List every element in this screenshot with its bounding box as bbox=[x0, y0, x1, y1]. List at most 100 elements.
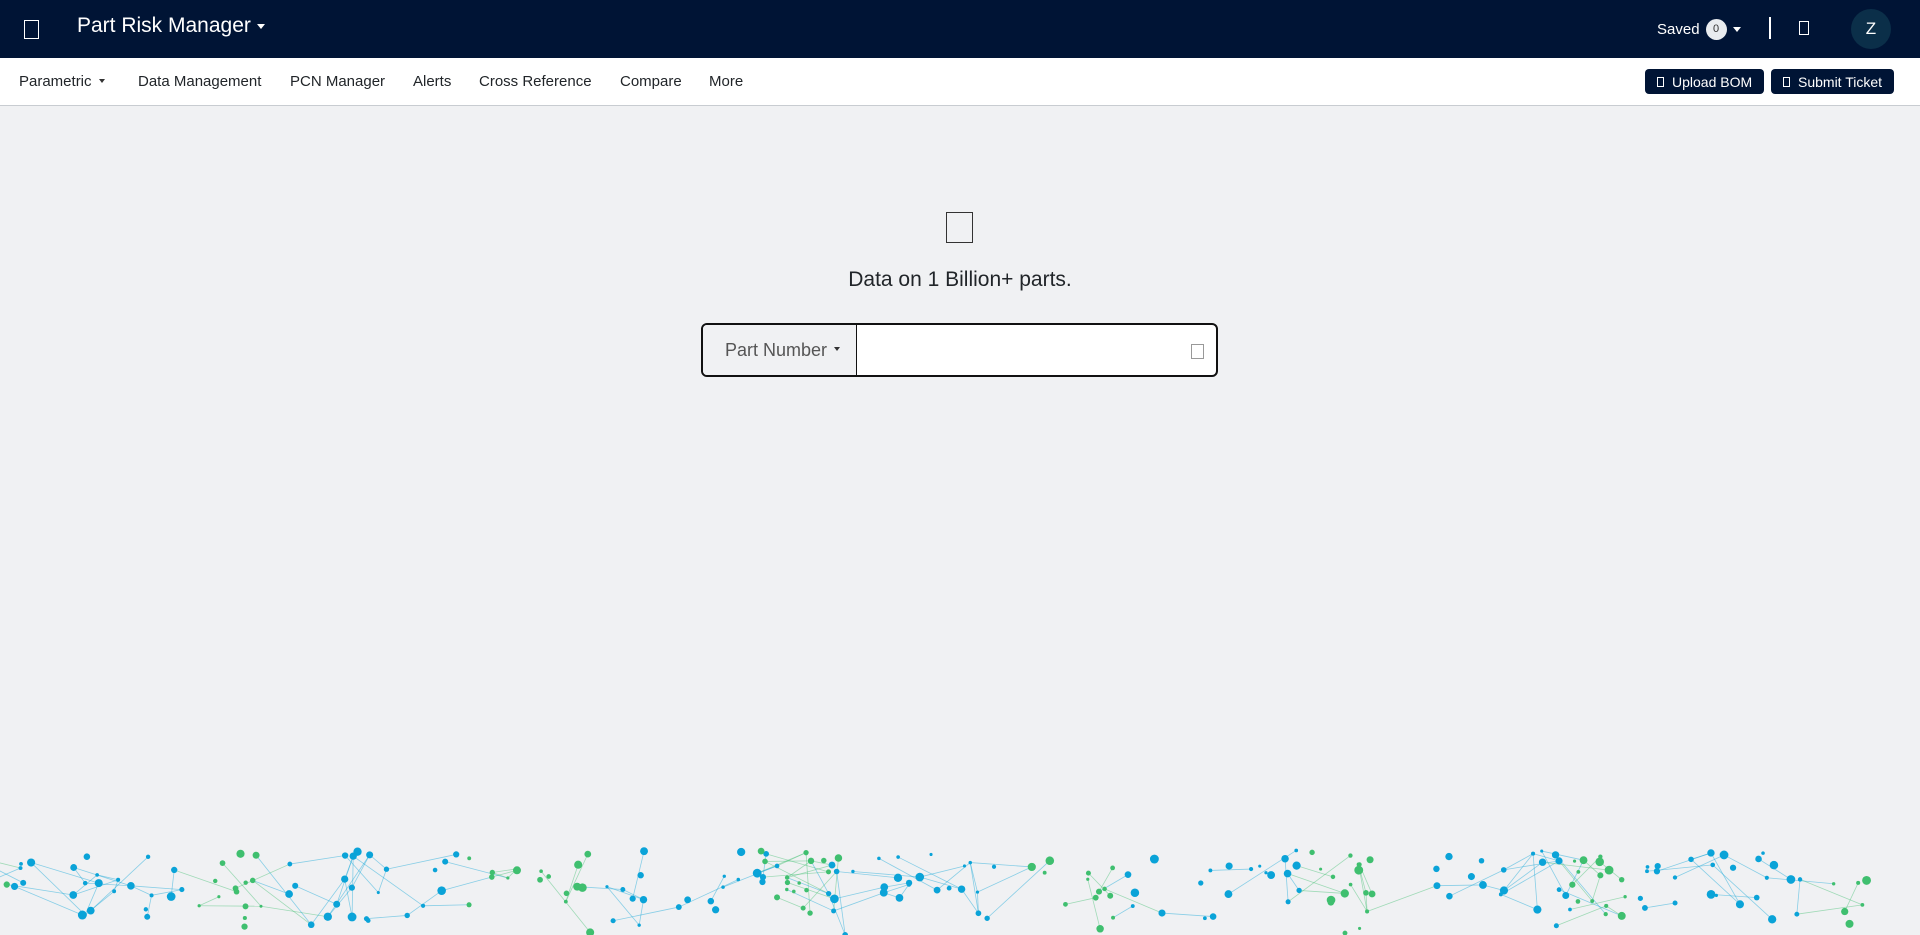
network-link bbox=[377, 869, 387, 893]
nav-compare[interactable]: Compare bbox=[620, 73, 682, 90]
upload-bom-button[interactable]: Upload BOM bbox=[1645, 69, 1765, 94]
search-type-dropdown[interactable]: Part Number bbox=[703, 325, 857, 375]
network-node bbox=[366, 851, 374, 859]
part-search-box: Part Number bbox=[701, 323, 1218, 377]
network-node bbox=[962, 864, 967, 868]
network-node bbox=[804, 887, 809, 893]
nav-more[interactable]: More bbox=[709, 73, 743, 90]
network-node bbox=[1198, 880, 1204, 886]
network-node bbox=[1158, 909, 1166, 917]
network-node bbox=[1533, 905, 1542, 914]
network-node bbox=[639, 895, 648, 904]
network-node bbox=[1572, 859, 1577, 863]
network-node bbox=[242, 915, 247, 921]
network-node bbox=[895, 894, 904, 902]
network-link bbox=[638, 899, 644, 926]
network-node bbox=[722, 874, 726, 878]
network-node bbox=[610, 918, 616, 924]
network-link bbox=[252, 880, 312, 926]
network-link bbox=[1065, 897, 1096, 905]
network-node bbox=[1027, 862, 1036, 872]
network-node bbox=[1365, 909, 1370, 914]
network-node bbox=[1149, 854, 1159, 864]
network-node bbox=[1368, 890, 1376, 898]
network-link bbox=[295, 885, 337, 905]
network-node bbox=[1085, 870, 1091, 876]
network-node bbox=[1224, 890, 1233, 899]
network-node bbox=[1208, 868, 1213, 873]
network-node bbox=[1538, 858, 1547, 866]
network-node bbox=[1363, 890, 1369, 896]
network-node bbox=[376, 890, 380, 895]
main-nav: Parametric Data Management PCN Manager A… bbox=[0, 58, 1920, 106]
network-node bbox=[1107, 892, 1114, 899]
network-node bbox=[292, 882, 299, 889]
network-node bbox=[1645, 865, 1650, 869]
part-search-input[interactable] bbox=[857, 325, 1197, 375]
nav-parametric[interactable]: Parametric bbox=[19, 73, 105, 90]
network-node bbox=[1203, 916, 1207, 921]
network-node bbox=[1710, 862, 1716, 868]
nav-data-management[interactable]: Data Management bbox=[138, 73, 261, 90]
network-node bbox=[1531, 851, 1536, 856]
network-node bbox=[116, 877, 121, 882]
network-link bbox=[969, 862, 979, 914]
network-node bbox=[323, 912, 332, 921]
network-node bbox=[1856, 880, 1861, 885]
saved-dropdown[interactable]: Saved 0 bbox=[1657, 19, 1741, 40]
network-node bbox=[1645, 869, 1649, 874]
network-node bbox=[1354, 865, 1364, 875]
network-node bbox=[1672, 875, 1678, 880]
network-link bbox=[765, 860, 812, 862]
network-node bbox=[946, 885, 952, 891]
network-node bbox=[629, 895, 636, 902]
network-node bbox=[578, 883, 587, 892]
network-node bbox=[349, 852, 357, 860]
network-node bbox=[637, 923, 641, 927]
network-node bbox=[834, 854, 843, 862]
network-node bbox=[896, 855, 900, 859]
network-node bbox=[821, 857, 827, 864]
network-node bbox=[348, 884, 355, 891]
network-node bbox=[797, 881, 801, 885]
network-node bbox=[762, 858, 768, 865]
network-node bbox=[831, 908, 837, 914]
network-node bbox=[1556, 887, 1562, 893]
network-node bbox=[1562, 891, 1570, 899]
network-node bbox=[1478, 857, 1485, 864]
network-node bbox=[830, 894, 839, 904]
network-link bbox=[613, 906, 679, 922]
network-node bbox=[546, 874, 552, 879]
network-node bbox=[1764, 875, 1769, 880]
nav-alerts[interactable]: Alerts bbox=[413, 73, 451, 90]
network-node bbox=[1595, 857, 1604, 867]
network-node bbox=[833, 868, 840, 875]
header-divider bbox=[1769, 17, 1771, 39]
network-node bbox=[404, 912, 410, 919]
network-link bbox=[1644, 902, 1676, 909]
app-switcher[interactable]: Part Risk Manager bbox=[77, 14, 265, 38]
search-icon[interactable] bbox=[1191, 344, 1204, 359]
network-node bbox=[383, 866, 390, 872]
network-node bbox=[1498, 892, 1503, 897]
network-node bbox=[1500, 867, 1507, 873]
nav-pcn-manager[interactable]: PCN Manager bbox=[290, 73, 385, 90]
network-node bbox=[179, 887, 185, 893]
network-node bbox=[252, 851, 260, 859]
nav-cross-reference[interactable]: Cross Reference bbox=[479, 73, 592, 90]
network-node bbox=[1209, 913, 1217, 920]
chevron-down-icon bbox=[1732, 27, 1741, 32]
network-node bbox=[1358, 926, 1362, 930]
network-link bbox=[970, 862, 1032, 868]
network-node bbox=[1086, 877, 1090, 881]
menu-icon[interactable] bbox=[24, 20, 39, 39]
bell-icon[interactable] bbox=[1799, 21, 1809, 35]
network-node bbox=[1569, 881, 1576, 888]
network-node bbox=[736, 877, 741, 882]
network-link bbox=[0, 867, 21, 878]
submit-ticket-button[interactable]: Submit Ticket bbox=[1771, 69, 1895, 94]
network-node bbox=[1831, 882, 1836, 886]
network-node bbox=[1604, 865, 1614, 875]
network-node bbox=[453, 851, 460, 858]
user-avatar[interactable]: Z bbox=[1851, 9, 1891, 49]
